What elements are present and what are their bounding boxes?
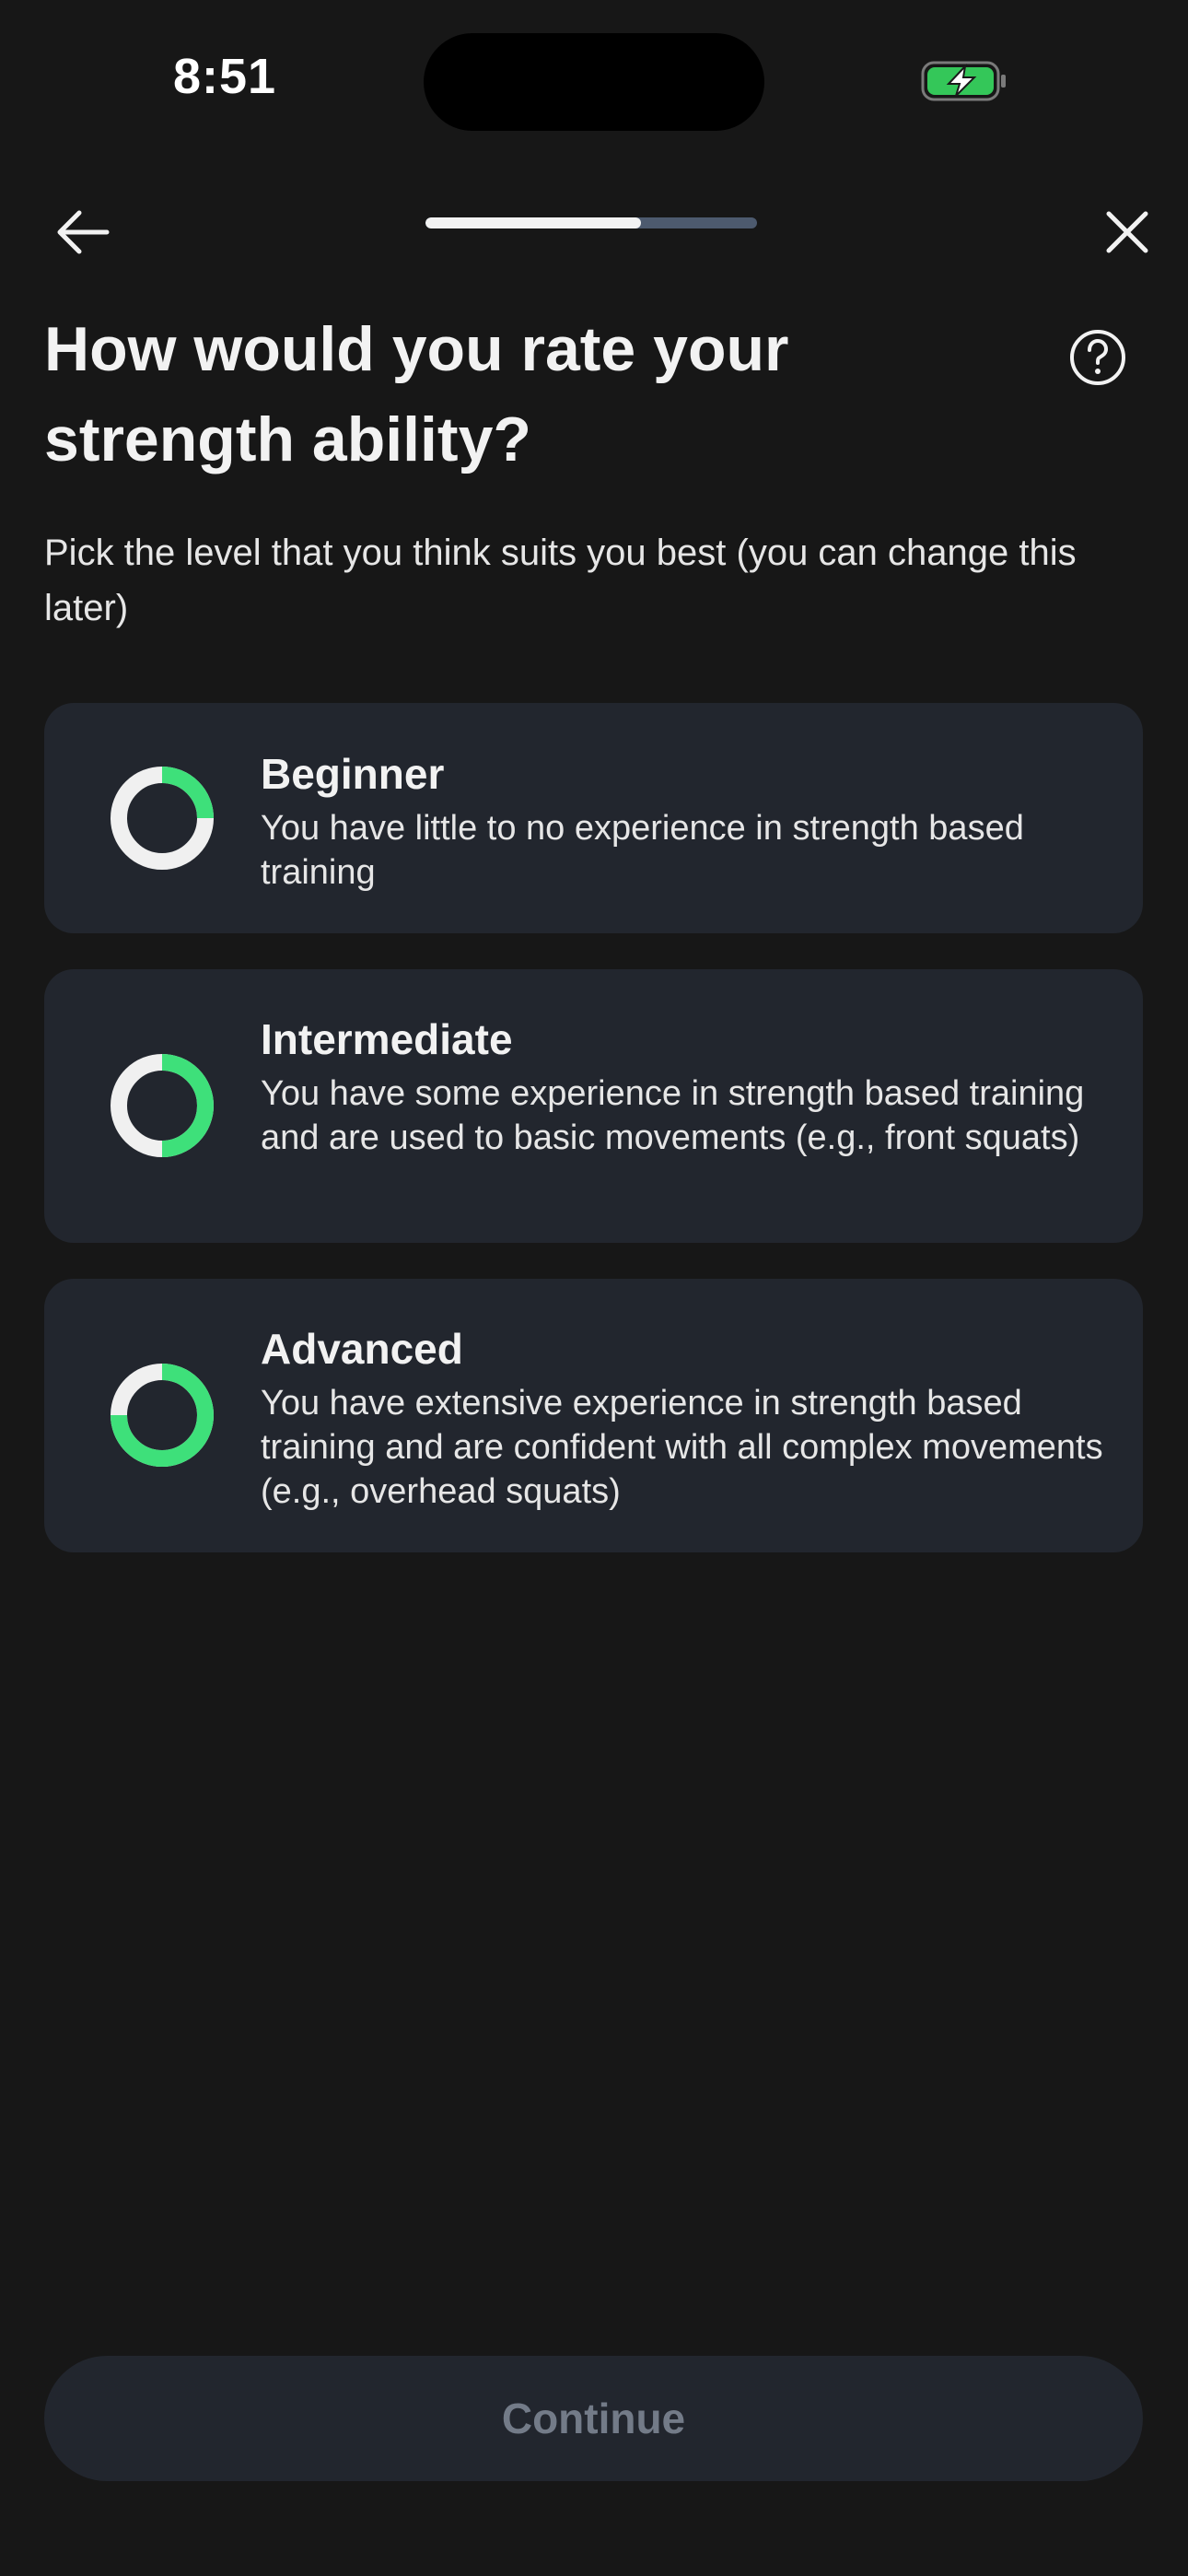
continue-button[interactable]: Continue [44, 2356, 1143, 2481]
page-title: How would you rate your strength ability… [44, 314, 789, 474]
level-ring-icon [111, 1054, 214, 1157]
option-title: Advanced [261, 1325, 463, 1373]
option-description: You have little to no experience in stre… [261, 809, 1024, 892]
page-subtitle: Pick the level that you think suits you … [44, 533, 1077, 628]
level-ring-icon [111, 1364, 214, 1467]
back-button[interactable] [44, 193, 122, 271]
option-title: Intermediate [261, 1015, 513, 1063]
progress-bar [425, 217, 757, 228]
option-title: Beginner [261, 750, 445, 798]
battery-charging-icon [921, 61, 1006, 101]
progress-fill [425, 217, 641, 228]
ring-level-arc [161, 767, 214, 819]
option-beginner[interactable]: Beginner You have little to no experienc… [44, 703, 1143, 933]
nav-bar [0, 184, 1188, 267]
status-time: 8:51 [173, 49, 277, 104]
option-advanced[interactable]: Advanced You have extensive experience i… [44, 1279, 1143, 1552]
close-button[interactable] [1089, 193, 1166, 271]
ring-level-arc [161, 1054, 214, 1157]
question-circle-icon[interactable] [1068, 328, 1127, 387]
option-description: You have some experience in strength bas… [261, 1074, 1085, 1157]
level-ring-icon [111, 767, 214, 870]
dynamic-island [424, 33, 764, 131]
arrow-left-icon [57, 210, 110, 254]
option-intermediate[interactable]: Intermediate You have some experience in… [44, 969, 1143, 1243]
option-description: You have extensive experience in strengt… [261, 1384, 1103, 1511]
close-icon [1106, 211, 1148, 253]
status-bar: 8:51 [0, 0, 1188, 157]
